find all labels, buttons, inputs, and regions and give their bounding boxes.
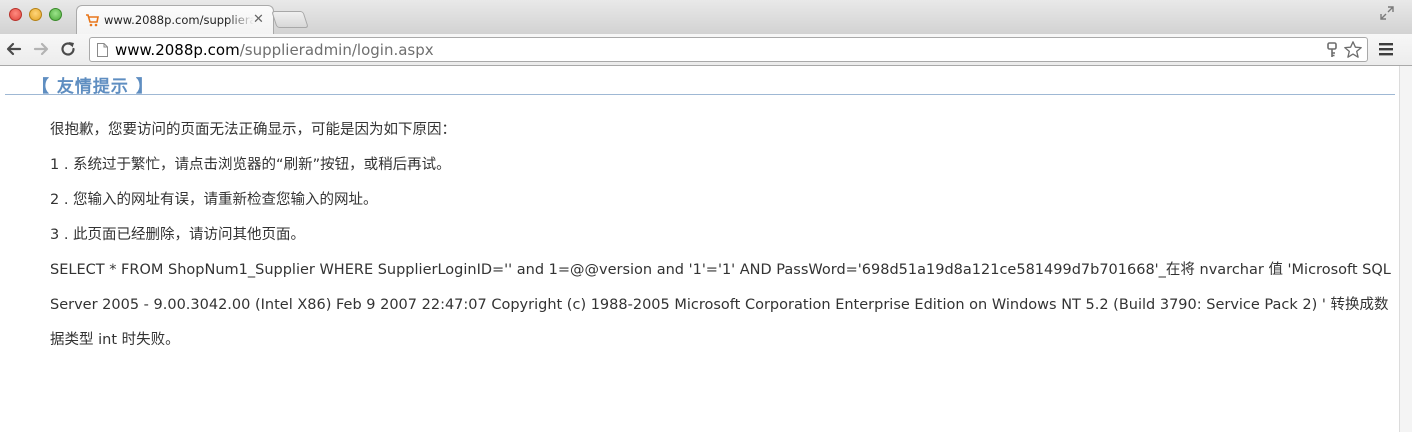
- intro-text: 很抱歉，您要访问的页面无法正确显示，可能是因为如下原因：: [50, 122, 456, 138]
- window-close-button[interactable]: [9, 8, 22, 21]
- bookmark-star-icon[interactable]: [1343, 40, 1363, 60]
- reload-icon[interactable]: [58, 39, 78, 59]
- forward-arrow-icon[interactable]: [31, 39, 51, 59]
- url-path: /supplieradmin/login.aspx: [239, 41, 434, 59]
- address-bar[interactable]: www.2088p.com/supplieradmin/login.aspx: [89, 37, 1368, 62]
- heading-divider: [5, 94, 1395, 95]
- window-zoom-button[interactable]: [49, 8, 62, 21]
- window-minimize-button[interactable]: [29, 8, 42, 21]
- new-tab-button[interactable]: [271, 11, 309, 28]
- fullscreen-icon[interactable]: [1378, 4, 1396, 22]
- menu-icon[interactable]: [1378, 40, 1394, 58]
- url-host: www.2088p.com: [115, 41, 240, 59]
- tab-title: www.2088p.com/supplieradmin/login.aspx: [104, 13, 254, 27]
- page-icon: [97, 43, 108, 57]
- shopping-cart-icon: [86, 14, 99, 27]
- tab-close-icon[interactable]: ✕: [253, 12, 264, 27]
- browser-toolbar: www.2088p.com/supplieradmin/login.aspx: [0, 34, 1412, 66]
- reason-item: 2 . 您输入的网址有误，请重新检查您输入的网址。: [50, 192, 378, 208]
- reason-item: 1 . 系统过于繁忙，请点击浏览器的“刷新”按钮，或稍后再试。: [50, 157, 451, 173]
- sql-error-message: SELECT * FROM ShopNum1_Supplier WHERE Su…: [50, 262, 1391, 348]
- back-arrow-icon[interactable]: [4, 39, 24, 59]
- key-icon[interactable]: [1325, 42, 1339, 58]
- url-text[interactable]: www.2088p.com/supplieradmin/login.aspx: [115, 41, 434, 59]
- error-content: 很抱歉，您要访问的页面无法正确显示，可能是因为如下原因： 1 . 系统过于繁忙，…: [50, 119, 1395, 358]
- vertical-scrollbar[interactable]: [1399, 66, 1412, 432]
- tab-strip: www.2088p.com/supplieradmin/login.aspx ✕: [0, 0, 1412, 34]
- browser-tab[interactable]: www.2088p.com/supplieradmin/login.aspx ✕: [76, 5, 274, 34]
- page-viewport: 【 友情提示 】 很抱歉，您要访问的页面无法正确显示，可能是因为如下原因： 1 …: [0, 66, 1412, 432]
